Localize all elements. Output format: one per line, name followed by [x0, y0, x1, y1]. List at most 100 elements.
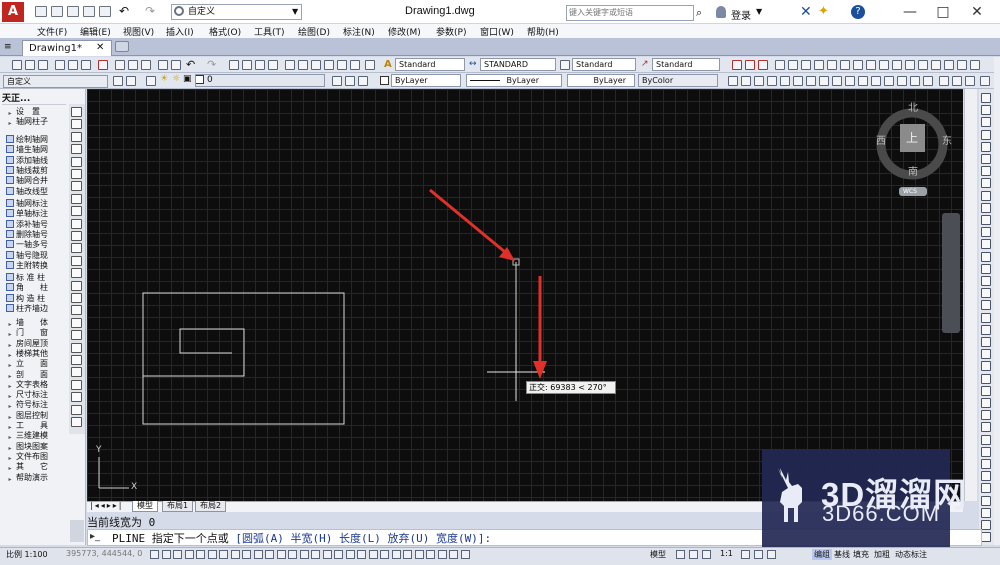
menu-draw[interactable]: 绘图(D) — [298, 25, 330, 38]
gear-icon[interactable] — [113, 76, 123, 86]
palette-item[interactable]: 单轴标注 — [6, 209, 48, 219]
status-tool-icon[interactable] — [689, 550, 698, 559]
undo-icon[interactable]: ↶ — [119, 4, 129, 18]
status-toggle-icon[interactable] — [380, 550, 389, 559]
palette-item[interactable]: ▸ 尺寸标注 — [6, 390, 48, 400]
modify-tool-icon[interactable] — [981, 178, 991, 189]
palette-item[interactable]: ▸ 楼梯其他 — [6, 349, 48, 359]
palette-item[interactable]: ▸ 设 置 — [6, 107, 40, 117]
status-baseline-button[interactable]: 基线 — [834, 549, 850, 560]
zoom-window-icon[interactable] — [255, 60, 265, 70]
modify-tool-icon[interactable] — [981, 495, 991, 506]
zoom-previous-icon[interactable] — [268, 60, 278, 70]
new-icon[interactable] — [12, 60, 22, 70]
inspect-icon[interactable] — [931, 60, 941, 70]
close-icon[interactable]: ✕ — [96, 42, 104, 53]
menu-parameter[interactable]: 参数(P) — [436, 25, 466, 38]
dim-update-icon[interactable] — [970, 60, 980, 70]
palette-item[interactable]: ▸ 图块图案 — [6, 442, 48, 452]
status-toggle-icon[interactable] — [173, 550, 182, 559]
modify-tool-icon[interactable] — [981, 129, 991, 140]
status-toggle-icon[interactable] — [368, 550, 378, 559]
status-toggle-icon[interactable] — [322, 550, 332, 559]
cut-icon[interactable] — [115, 60, 125, 70]
exchange-icon[interactable]: ✕ — [800, 4, 812, 20]
lightbulb-icon[interactable]: ☀ — [160, 74, 168, 84]
modify-tool-icon[interactable] — [981, 300, 991, 311]
status-toggle-icon[interactable] — [460, 550, 470, 559]
palette-item[interactable]: ▸ 轴网柱子 — [6, 117, 48, 127]
menu-file[interactable]: 文件(F) — [37, 25, 67, 38]
palette-item[interactable]: 绘制轴网 — [6, 135, 48, 145]
compass-east[interactable]: 东 — [942, 132, 952, 147]
status-toggle-icon[interactable] — [334, 550, 343, 559]
new-file-icon[interactable] — [35, 6, 47, 17]
status-toggle-icon[interactable] — [161, 550, 171, 559]
layer-previous-icon[interactable] — [345, 76, 355, 86]
layer-state-icon[interactable] — [358, 76, 368, 86]
palette-item[interactable]: ▸ 墙 体 — [6, 318, 48, 328]
modify-tool-icon[interactable] — [981, 373, 991, 384]
dim-aligned-icon[interactable] — [745, 60, 755, 70]
mleader-style-select[interactable]: Standard — [652, 58, 720, 71]
tolerance-icon[interactable] — [905, 60, 915, 70]
3d-print-icon[interactable] — [98, 60, 108, 70]
palette-item[interactable]: ▸ 帮助演示 — [6, 473, 48, 483]
tool-palettes-icon[interactable] — [311, 60, 321, 70]
status-toggle-icon[interactable] — [437, 550, 447, 559]
draw-tool-icon[interactable] — [71, 404, 82, 415]
palette-item[interactable]: ▸ 立 面 — [6, 359, 48, 369]
match-properties-icon[interactable] — [158, 60, 168, 70]
insert-snap-icon[interactable] — [871, 76, 881, 86]
tab-layout1[interactable]: 布局1 — [162, 501, 194, 512]
menu-edit[interactable]: 编辑(E) — [80, 25, 111, 38]
close-button[interactable]: ✕ — [962, 2, 992, 22]
status-toggle-icon[interactable] — [219, 550, 228, 559]
midpoint-snap-icon[interactable] — [754, 76, 764, 86]
option-length[interactable]: 长度(L) — [339, 532, 381, 545]
text-style-select[interactable]: Standard — [395, 58, 465, 71]
chevron-down-icon[interactable]: ▼ — [292, 4, 298, 20]
none-snap-icon[interactable] — [910, 76, 920, 86]
save-icon[interactable] — [67, 6, 79, 17]
toolbar-end-icon[interactable] — [980, 76, 990, 86]
status-toggle-icon[interactable] — [391, 550, 401, 559]
modify-tool-icon[interactable] — [981, 227, 991, 238]
palette-item[interactable]: 构 造 柱 — [6, 293, 45, 304]
save-icon[interactable] — [38, 60, 48, 70]
node-snap-icon[interactable] — [884, 76, 894, 86]
preview-icon[interactable] — [68, 60, 78, 70]
scale-label[interactable]: 比例 1:100 — [6, 549, 48, 560]
snap-icon[interactable] — [728, 76, 738, 86]
ucs-label[interactable]: WCS — [903, 188, 917, 195]
status-toggle-icon[interactable] — [230, 550, 240, 559]
polyline-icon[interactable] — [71, 131, 82, 142]
lineweight-select[interactable]: ByLayer — [567, 74, 635, 87]
ellipse-icon[interactable] — [71, 218, 82, 229]
dim-jogged-icon[interactable] — [801, 60, 811, 70]
palette-item[interactable]: ▸ 符号标注 — [6, 400, 48, 410]
tab-menu-icon[interactable]: ≡ — [4, 42, 12, 52]
help-icon[interactable] — [365, 60, 375, 70]
gradient-icon[interactable] — [71, 293, 82, 303]
tab-nav-arrows[interactable]: |◂◂▸▸| — [90, 501, 123, 510]
palette-item[interactable]: 柱齐墙边 — [6, 303, 48, 314]
pan-icon[interactable] — [229, 60, 239, 70]
modify-tool-icon[interactable] — [981, 398, 991, 408]
dim-angular-icon[interactable] — [827, 60, 837, 70]
palette-item[interactable]: 添加轴线 — [6, 155, 48, 166]
modify-tool-icon[interactable] — [981, 202, 991, 213]
modify-tool-icon[interactable] — [981, 459, 991, 469]
parallel-snap-icon[interactable] — [858, 76, 868, 86]
palette-item[interactable]: ▸ 工 具 — [6, 421, 48, 431]
chevron-down-icon[interactable]: ▼ — [756, 7, 762, 16]
plot-icon[interactable] — [55, 60, 65, 70]
palette-item[interactable]: 一轴多号 — [6, 240, 48, 250]
model-space-label[interactable]: 模型 — [650, 549, 666, 560]
modify-tool-icon[interactable] — [981, 276, 991, 286]
menu-tools[interactable]: 工具(T) — [254, 25, 285, 38]
navigation-bar[interactable] — [942, 213, 960, 333]
dim-radius-icon[interactable] — [788, 60, 798, 70]
draw-tool-icon[interactable] — [71, 392, 82, 403]
polyline-path[interactable] — [142, 293, 245, 377]
